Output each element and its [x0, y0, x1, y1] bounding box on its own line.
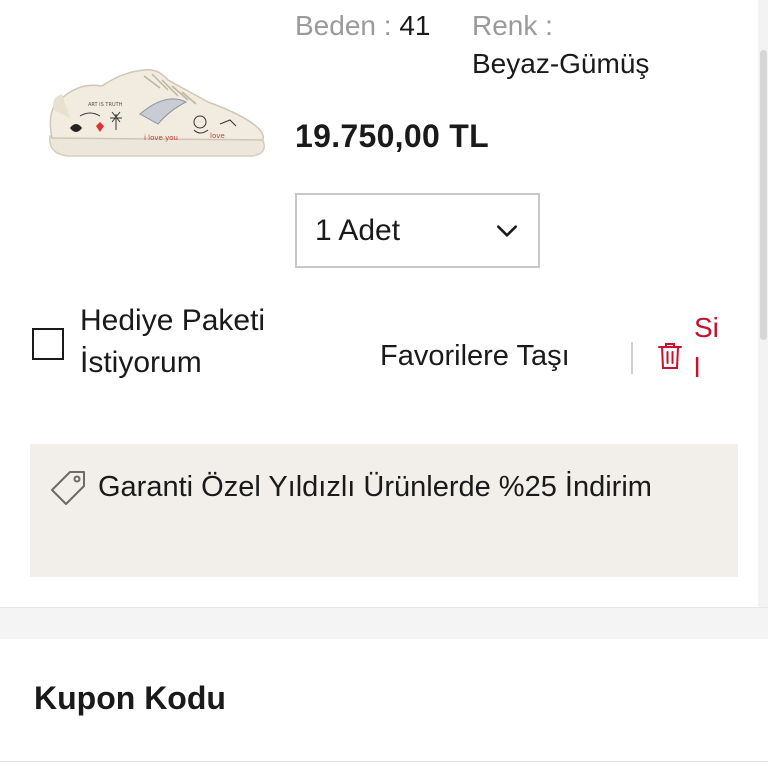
promo-text: Garanti Özel Yıldızlı Ürünlerde %25 İndi… — [98, 471, 652, 503]
gift-package-checkbox[interactable] — [32, 328, 64, 360]
quantity-select[interactable]: 1 Adet — [295, 193, 540, 268]
product-price: 19.750,00 TL — [295, 118, 489, 154]
scrollbar-track[interactable] — [758, 0, 768, 608]
gift-package-label[interactable]: Hediye Paketi İstiyorum — [80, 300, 330, 384]
trash-icon[interactable] — [657, 341, 683, 371]
svg-text:i love you: i love you — [144, 134, 178, 142]
svg-text:ART IS TRUTH: ART IS TRUTH — [88, 102, 123, 108]
size-info: Beden : 41 — [295, 10, 430, 42]
bottom-divider — [0, 761, 768, 762]
action-divider — [631, 342, 633, 374]
color-label: Renk : — [472, 10, 553, 41]
promo-banner: Garanti Özel Yıldızlı Ürünlerde %25 İndi… — [30, 444, 738, 577]
quantity-value: 1 Adet — [315, 213, 401, 247]
scrollbar-thumb[interactable] — [760, 50, 767, 340]
product-image[interactable]: i love you love ART IS TRUTH — [40, 58, 270, 168]
size-value: 41 — [399, 10, 431, 41]
color-value: Beyaz-Gümüş — [472, 48, 650, 79]
coupon-code-title[interactable]: Kupon Kodu — [34, 680, 226, 717]
section-separator — [0, 607, 768, 639]
size-label: Beden : — [295, 10, 392, 41]
move-to-favorites-link[interactable]: Favorilere Taşı — [380, 340, 570, 373]
delete-button[interactable]: Sil — [694, 308, 720, 388]
tag-icon — [51, 471, 85, 505]
svg-text:love: love — [210, 132, 225, 140]
chevron-down-icon — [497, 224, 517, 237]
